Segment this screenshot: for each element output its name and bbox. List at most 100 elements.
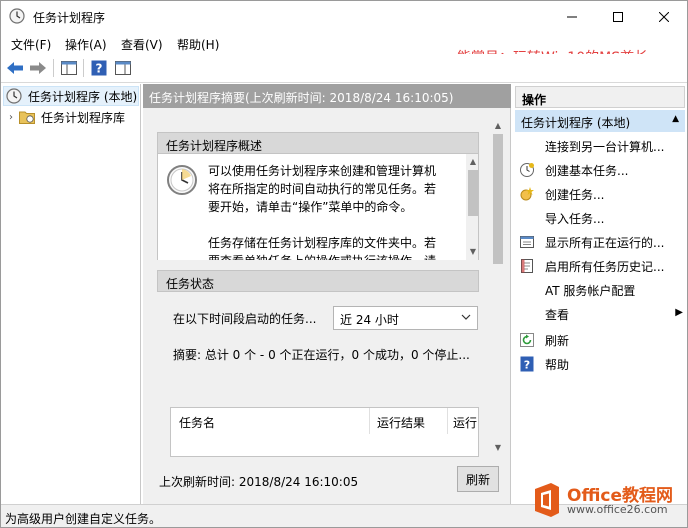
period-label: 在以下时间段启动的任务... xyxy=(173,312,317,326)
overview-text-line: 要开始，请单击“操作”菜单中的命令。 xyxy=(208,200,413,214)
action-refresh[interactable]: 刷新 xyxy=(519,330,569,350)
action-label: 启用所有任务历史记... xyxy=(545,259,665,274)
toolbar: ? xyxy=(1,54,687,83)
toolbar-separator xyxy=(53,59,54,77)
menu-view[interactable]: 查看(V) xyxy=(121,36,163,53)
forward-arrow-icon xyxy=(30,62,46,74)
summary-pane: 任务计划程序摘要(上次刷新时间: 2018/8/24 16:10:05) 任务计… xyxy=(143,84,511,504)
action-help[interactable]: ? 帮助 xyxy=(519,354,569,374)
task-summary-line: 摘要: 总计 0 个 - 0 个正在运行，0 个成功，0 个停止... xyxy=(173,348,470,362)
blank-icon xyxy=(519,282,535,298)
maximize-icon xyxy=(613,11,623,22)
clock-icon xyxy=(167,165,197,195)
clock-icon xyxy=(6,88,22,104)
refresh-icon xyxy=(519,332,535,348)
status-bar-text: 为高级用户创建自定义任务。 xyxy=(5,512,162,526)
action-create-basic-task[interactable]: 创建基本任务... xyxy=(519,160,628,180)
period-select[interactable]: 近 24 小时 xyxy=(333,306,478,330)
collapse-up-icon[interactable]: ▲ xyxy=(672,114,679,124)
action-enable-task-history[interactable]: 启用所有任务历史记... xyxy=(519,256,664,276)
column-divider[interactable] xyxy=(447,408,448,434)
action-view[interactable]: 查看 ▶ xyxy=(519,304,683,324)
overview-text-line: 要查看单独任务上的操作或执行该操作，请 xyxy=(208,252,436,260)
summary-header: 任务计划程序摘要(上次刷新时间: 2018/8/24 16:10:05) xyxy=(143,84,511,108)
menu-file[interactable]: 文件(F) xyxy=(11,36,51,53)
help-icon: ? xyxy=(519,356,535,372)
scroll-down-icon[interactable]: ▼ xyxy=(491,440,505,454)
column-header-task-name[interactable]: 任务名 xyxy=(179,414,215,431)
menu-help[interactable]: 帮助(H) xyxy=(177,36,219,53)
show-action-pane-button[interactable] xyxy=(113,58,133,78)
maximize-button[interactable] xyxy=(595,1,641,32)
action-label: 查看 xyxy=(545,307,570,322)
submenu-arrow-icon: ▶ xyxy=(675,307,683,318)
office-logo-url: www.office26.com xyxy=(567,503,668,516)
create-task-icon xyxy=(519,186,535,202)
action-display-running-tasks[interactable]: 显示所有正在运行的... xyxy=(519,232,664,252)
column-divider[interactable] xyxy=(369,408,370,434)
actions-subheader-label: 任务计划程序 (本地) xyxy=(521,116,631,130)
action-label: AT 服务帐户配置 xyxy=(545,283,636,298)
console-tree-icon xyxy=(61,61,77,75)
status-section-header[interactable]: 任务状态 xyxy=(157,270,479,292)
chevron-down-icon xyxy=(461,314,471,320)
scroll-down-icon[interactable]: ▼ xyxy=(466,244,478,258)
basic-task-icon xyxy=(519,162,535,178)
minimize-icon xyxy=(567,16,577,17)
back-arrow-icon xyxy=(7,62,23,74)
chevron-right-icon[interactable]: › xyxy=(9,112,13,123)
task-history-icon xyxy=(519,258,535,274)
menu-action[interactable]: 操作(A) xyxy=(65,36,107,53)
office-logo: Office教程网 www.office26.com xyxy=(531,477,687,525)
actions-subheader[interactable]: 任务计划程序 (本地) ▲ xyxy=(515,110,685,132)
action-label: 连接到另一台计算机... xyxy=(545,139,665,154)
overview-text-line: 可以使用任务计划程序来创建和管理计算机 xyxy=(208,164,437,178)
overview-scroll-thumb[interactable] xyxy=(468,170,478,216)
forward-button[interactable] xyxy=(28,58,48,78)
toolbar-separator xyxy=(83,59,84,77)
blank-icon xyxy=(519,138,535,154)
close-button[interactable] xyxy=(641,1,687,32)
help-icon: ? xyxy=(91,60,107,76)
task-status-table: 任务名 运行结果 运行 xyxy=(170,407,479,457)
window-title: 任务计划程序 xyxy=(33,11,106,25)
column-header-run-result[interactable]: 运行结果 xyxy=(377,414,425,431)
title-bar: 任务计划程序 xyxy=(1,1,687,32)
office-logo-icon xyxy=(535,483,559,517)
overview-body: 可以使用任务计划程序来创建和管理计算机 将在所指定的时间自动执行的常见任务。若 … xyxy=(157,154,479,260)
action-label: 显示所有正在运行的... xyxy=(545,235,665,250)
scroll-up-icon[interactable]: ▲ xyxy=(466,154,478,168)
overview-scrollbar[interactable]: ▲ ▼ xyxy=(466,154,478,260)
period-select-value: 近 24 小时 xyxy=(340,313,399,327)
back-button[interactable] xyxy=(5,58,25,78)
console-tree: 任务计划程序 (本地) › 任务计划程序库 xyxy=(1,84,141,504)
action-label: 刷新 xyxy=(545,333,570,348)
scroll-up-icon[interactable]: ▲ xyxy=(491,118,505,132)
action-label: 创建任务... xyxy=(545,187,605,202)
action-label: 导入任务... xyxy=(545,211,605,226)
action-pane-icon xyxy=(115,61,131,75)
overview-title: 任务计划程序概述 xyxy=(166,139,263,153)
action-create-task[interactable]: 创建任务... xyxy=(519,184,604,204)
overview-section-header[interactable]: 任务计划程序概述 xyxy=(157,132,479,154)
last-refresh-time: 上次刷新时间: 2018/8/24 16:10:05 xyxy=(159,475,359,489)
tree-item-local[interactable]: 任务计划程序 (本地) xyxy=(3,86,139,106)
action-import-task[interactable]: 导入任务... xyxy=(519,208,604,228)
summary-scrollbar[interactable]: ▲ ▼ xyxy=(491,116,505,456)
show-hide-console-tree-button[interactable] xyxy=(59,58,79,78)
folder-clock-icon xyxy=(19,111,35,124)
overview-text-line: 任务存储在任务计划程序库的文件夹中。若 xyxy=(208,236,437,250)
help-button[interactable]: ? xyxy=(89,58,109,78)
status-title: 任务状态 xyxy=(166,277,215,291)
column-header-run[interactable]: 运行 xyxy=(453,414,477,431)
actions-pane: 操作 任务计划程序 (本地) ▲ 连接到另一台计算机... 创建基本任务... … xyxy=(513,84,687,504)
summary-scroll-thumb[interactable] xyxy=(493,134,503,264)
clock-icon xyxy=(9,8,25,24)
tree-item-library[interactable]: › 任务计划程序库 xyxy=(9,107,125,127)
refresh-button[interactable]: 刷新 xyxy=(457,466,499,492)
action-connect-computer[interactable]: 连接到另一台计算机... xyxy=(519,136,664,156)
svg-text:?: ? xyxy=(524,359,530,372)
action-at-service-account[interactable]: AT 服务帐户配置 xyxy=(519,280,635,300)
blank-icon xyxy=(519,306,535,322)
minimize-button[interactable] xyxy=(549,1,595,32)
